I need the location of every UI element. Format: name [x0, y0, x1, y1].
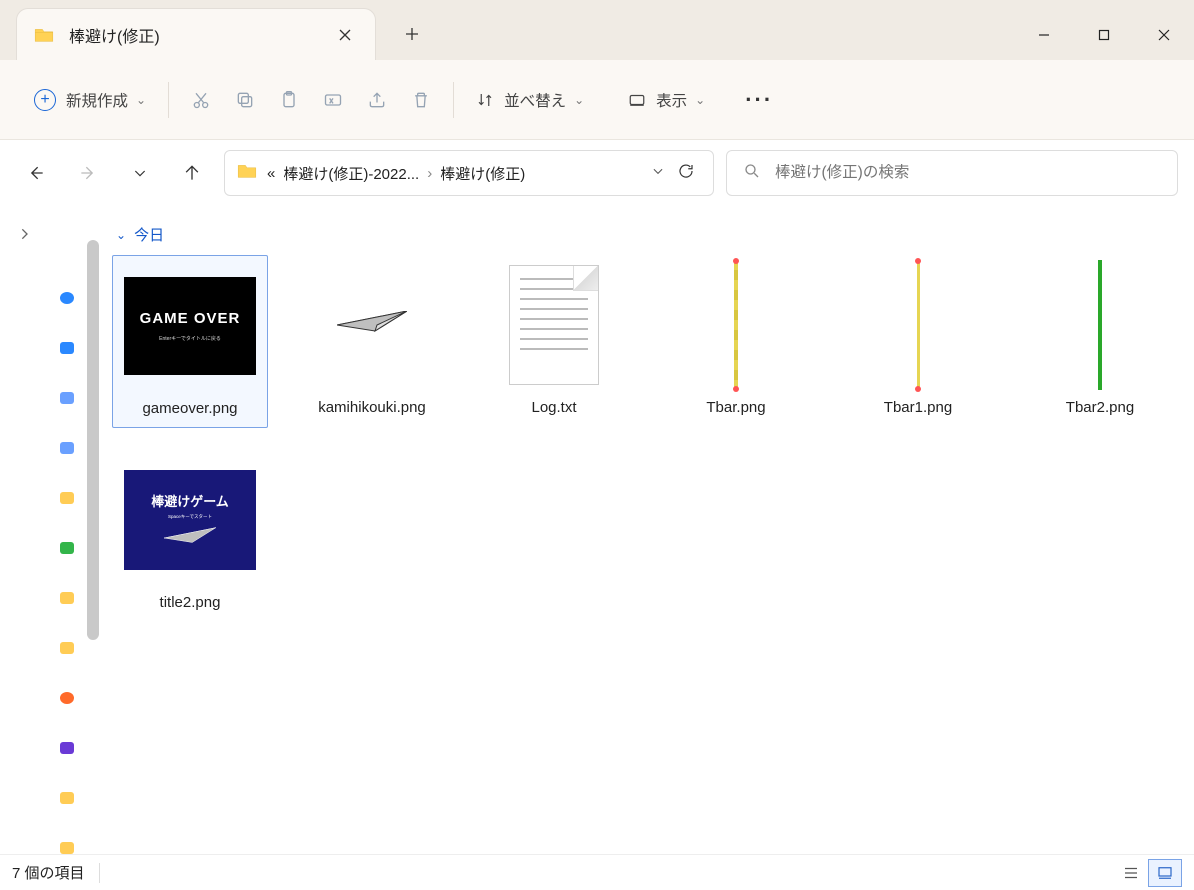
- file-name: title2.png: [160, 590, 221, 621]
- back-button[interactable]: [16, 153, 56, 193]
- chevron-down-icon: ⌄: [574, 93, 584, 107]
- view-button[interactable]: 表示 ⌄: [616, 80, 717, 120]
- thumbnail: 棒避けゲーム Spaceキーでスタート: [112, 450, 268, 590]
- window-tab[interactable]: 棒避け(修正): [16, 8, 376, 60]
- status-separator: [99, 863, 100, 883]
- status-item-count: 7 個の項目: [12, 862, 85, 883]
- address-bar[interactable]: « 棒避け(修正)-2022... › 棒避け(修正): [224, 150, 714, 196]
- close-tab-button[interactable]: [331, 21, 359, 49]
- file-name: Tbar.png: [706, 395, 765, 426]
- chevron-down-icon: ⌄: [136, 93, 146, 107]
- file-item-log[interactable]: Log.txt: [476, 255, 632, 428]
- view-button-label: 表示: [656, 89, 687, 111]
- maximize-button[interactable]: [1074, 10, 1134, 60]
- refresh-button[interactable]: [671, 162, 701, 185]
- file-name: Log.txt: [531, 395, 576, 426]
- thumb-text: 棒避けゲーム: [151, 491, 229, 510]
- breadcrumb-prefix: «: [267, 165, 275, 182]
- thumbnail: [476, 255, 632, 395]
- file-item-gameover[interactable]: GAME OVER Enterキーでタイトルに戻る gameover.png: [112, 255, 268, 428]
- address-history-button[interactable]: [645, 164, 671, 183]
- cut-button[interactable]: [179, 80, 223, 120]
- toolbar: + 新規作成 ⌄ 並べ替え ⌄ 表示 ⌄ ···: [0, 60, 1194, 140]
- forward-button[interactable]: [68, 153, 108, 193]
- sort-button[interactable]: 並べ替え ⌄: [464, 80, 596, 120]
- file-list: ⌄ 今日 GAME OVER Enterキーでタイトルに戻る gameover.…: [102, 206, 1194, 854]
- recent-locations-button[interactable]: [120, 153, 160, 193]
- thumb-subtext: Spaceキーでスタート: [168, 514, 212, 520]
- folder-icon: [33, 24, 55, 46]
- file-item-title2[interactable]: 棒避けゲーム Spaceキーでスタート title2.png: [112, 450, 268, 621]
- thumbnail: [1022, 255, 1178, 395]
- sort-button-label: 並べ替え: [504, 89, 566, 111]
- thumbnail: GAME OVER Enterキーでタイトルに戻る: [112, 256, 268, 396]
- folder-icon: [237, 163, 257, 183]
- search-input[interactable]: [775, 164, 1161, 182]
- plus-circle-icon: +: [34, 89, 56, 111]
- close-window-button[interactable]: [1134, 10, 1194, 60]
- up-button[interactable]: [172, 153, 212, 193]
- tab-title: 棒避け(修正): [69, 23, 331, 47]
- thumbnail: [840, 255, 996, 395]
- file-name: kamihikouki.png: [318, 395, 426, 426]
- main-area: ⌄ 今日 GAME OVER Enterキーでタイトルに戻る gameover.…: [0, 206, 1194, 854]
- file-grid: GAME OVER Enterキーでタイトルに戻る gameover.png k…: [112, 255, 1184, 621]
- minimize-button[interactable]: [1014, 10, 1074, 60]
- thumbnails-view-button[interactable]: [1148, 859, 1182, 887]
- file-item-tbar[interactable]: Tbar.png: [658, 255, 814, 428]
- new-button-label: 新規作成: [66, 89, 128, 111]
- copy-button[interactable]: [223, 80, 267, 120]
- search-box[interactable]: [726, 150, 1178, 196]
- breadcrumb-seg[interactable]: 棒避け(修正): [440, 163, 525, 184]
- details-view-button[interactable]: [1114, 859, 1148, 887]
- chevron-right-icon: ›: [427, 165, 432, 182]
- thumbnail: [294, 255, 450, 395]
- share-button[interactable]: [355, 80, 399, 120]
- nav-pane-toggle[interactable]: [9, 218, 41, 250]
- paste-button[interactable]: [267, 80, 311, 120]
- breadcrumb: « 棒避け(修正)-2022... › 棒避け(修正): [267, 163, 645, 184]
- file-item-tbar2[interactable]: Tbar2.png: [1022, 255, 1178, 428]
- toolbar-separator: [453, 82, 454, 118]
- navigation-row: « 棒避け(修正)-2022... › 棒避け(修正): [0, 140, 1194, 206]
- rename-button[interactable]: [311, 80, 355, 120]
- group-label: 今日: [134, 224, 164, 245]
- thumb-text: GAME OVER: [140, 310, 241, 327]
- file-name: gameover.png: [142, 396, 237, 427]
- file-item-kamihikouki[interactable]: kamihikouki.png: [294, 255, 450, 428]
- window-controls: [1014, 10, 1194, 60]
- search-icon: [743, 162, 761, 185]
- nav-pane-collapsed: [0, 206, 50, 854]
- titlebar: 棒避け(修正): [0, 0, 1194, 60]
- nav-peek-strip: [50, 206, 84, 854]
- delete-button[interactable]: [399, 80, 443, 120]
- more-button[interactable]: ···: [737, 80, 781, 120]
- thumb-subtext: Enterキーでタイトルに戻る: [159, 335, 221, 342]
- group-header-today[interactable]: ⌄ 今日: [116, 224, 1184, 245]
- file-name: Tbar2.png: [1066, 395, 1134, 426]
- new-button[interactable]: + 新規作成 ⌄: [22, 80, 158, 120]
- new-tab-button[interactable]: [392, 14, 432, 54]
- breadcrumb-seg[interactable]: 棒避け(修正)-2022...: [283, 163, 419, 184]
- toolbar-separator: [168, 82, 169, 118]
- file-name: Tbar1.png: [884, 395, 952, 426]
- status-bar: 7 個の項目: [0, 854, 1194, 890]
- chevron-down-icon: ⌄: [116, 228, 126, 242]
- file-item-tbar1[interactable]: Tbar1.png: [840, 255, 996, 428]
- thumbnail: [658, 255, 814, 395]
- chevron-down-icon: ⌄: [695, 93, 705, 107]
- nav-scrollbar[interactable]: [84, 206, 102, 854]
